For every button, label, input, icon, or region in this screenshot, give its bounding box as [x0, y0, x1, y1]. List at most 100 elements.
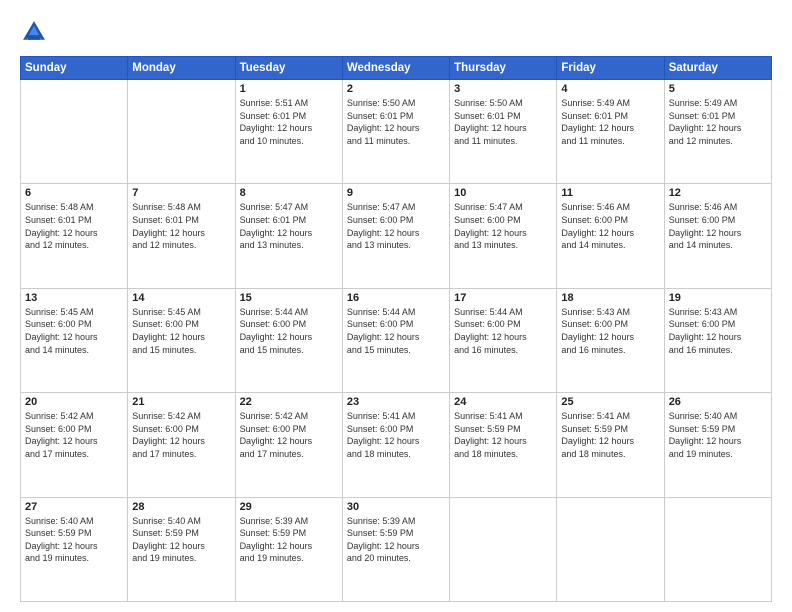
day-number: 17: [454, 292, 552, 304]
day-number: 3: [454, 83, 552, 95]
calendar-week-row: 6 Sunrise: 5:48 AM Sunset: 6:01 PM Daylig…: [21, 184, 772, 288]
day-number: 1: [240, 83, 338, 95]
day-number: 14: [132, 292, 230, 304]
calendar-cell: 17 Sunrise: 5:44 AM Sunset: 6:00 PM Dayli…: [450, 288, 557, 392]
calendar-cell: 5 Sunrise: 5:49 AM Sunset: 6:01 PM Daylig…: [664, 80, 771, 184]
calendar-cell: 12Sunrise: 5:46 AM Sunset: 6:00 PM Dayli…: [664, 184, 771, 288]
calendar-cell: 18 Sunrise: 5:43 AM Sunset: 6:00 PM Dayli…: [557, 288, 664, 392]
calendar-cell: 13 Sunrise: 5:45 AM Sunset: 6:00 PM Dayli…: [21, 288, 128, 392]
day-number: 27: [25, 501, 123, 513]
weekday-header: Friday: [557, 57, 664, 80]
calendar-cell: 26Sunrise: 5:40 AM Sunset: 5:59 PM Dayli…: [664, 393, 771, 497]
calendar-cell: 6 Sunrise: 5:48 AM Sunset: 6:01 PM Daylig…: [21, 184, 128, 288]
day-number: 11: [561, 187, 659, 199]
day-number: 16: [347, 292, 445, 304]
day-number: 5: [669, 83, 767, 95]
day-info: Sunrise: 5:40 AM Sunset: 5:59 PM Dayligh…: [132, 515, 230, 565]
day-info: Sunrise: 5:42 AM Sunset: 6:00 PM Dayligh…: [240, 410, 338, 460]
day-info: Sunrise: 5:42 AM Sunset: 6:00 PM Dayligh…: [132, 410, 230, 460]
calendar-cell: [21, 80, 128, 184]
weekday-row: SundayMondayTuesdayWednesdayThursdayFrid…: [21, 57, 772, 80]
logo: [20, 18, 52, 46]
day-number: 26: [669, 396, 767, 408]
day-info: Sunrise: 5:43 AM Sunset: 6:00 PM Dayligh…: [561, 306, 659, 356]
day-number: 9: [347, 187, 445, 199]
day-info: Sunrise: 5:49 AM Sunset: 6:01 PM Dayligh…: [561, 97, 659, 147]
day-number: 12: [669, 187, 767, 199]
calendar-cell: 25Sunrise: 5:41 AM Sunset: 5:59 PM Dayli…: [557, 393, 664, 497]
header: [20, 18, 772, 46]
calendar-week-row: 1 Sunrise: 5:51 AM Sunset: 6:01 PM Daylig…: [21, 80, 772, 184]
day-info: Sunrise: 5:41 AM Sunset: 5:59 PM Dayligh…: [454, 410, 552, 460]
day-info: Sunrise: 5:45 AM Sunset: 6:00 PM Dayligh…: [132, 306, 230, 356]
weekday-header: Saturday: [664, 57, 771, 80]
day-info: Sunrise: 5:45 AM Sunset: 6:00 PM Dayligh…: [25, 306, 123, 356]
weekday-header: Tuesday: [235, 57, 342, 80]
calendar-cell: 10 Sunrise: 5:47 AM Sunset: 6:00 PM Dayli…: [450, 184, 557, 288]
weekday-header: Wednesday: [342, 57, 449, 80]
day-info: Sunrise: 5:44 AM Sunset: 6:00 PM Dayligh…: [240, 306, 338, 356]
day-info: Sunrise: 5:44 AM Sunset: 6:00 PM Dayligh…: [454, 306, 552, 356]
calendar-cell: [128, 80, 235, 184]
calendar-cell: 28 Sunrise: 5:40 AM Sunset: 5:59 PM Dayli…: [128, 497, 235, 601]
day-number: 4: [561, 83, 659, 95]
calendar-cell: [557, 497, 664, 601]
day-info: Sunrise: 5:50 AM Sunset: 6:01 PM Dayligh…: [454, 97, 552, 147]
calendar-cell: 15 Sunrise: 5:44 AM Sunset: 6:00 PM Dayli…: [235, 288, 342, 392]
calendar-cell: 16 Sunrise: 5:44 AM Sunset: 6:00 PM Dayli…: [342, 288, 449, 392]
day-number: 19: [669, 292, 767, 304]
day-number: 6: [25, 187, 123, 199]
page: SundayMondayTuesdayWednesdayThursdayFrid…: [0, 0, 792, 612]
day-info: Sunrise: 5:44 AM Sunset: 6:00 PM Dayligh…: [347, 306, 445, 356]
calendar-week-row: 13 Sunrise: 5:45 AM Sunset: 6:00 PM Dayli…: [21, 288, 772, 392]
weekday-header: Monday: [128, 57, 235, 80]
calendar-cell: 9 Sunrise: 5:47 AM Sunset: 6:00 PM Daylig…: [342, 184, 449, 288]
calendar-week-row: 20Sunrise: 5:42 AM Sunset: 6:00 PM Dayli…: [21, 393, 772, 497]
day-info: Sunrise: 5:51 AM Sunset: 6:01 PM Dayligh…: [240, 97, 338, 147]
calendar-body: 1 Sunrise: 5:51 AM Sunset: 6:01 PM Daylig…: [21, 80, 772, 602]
calendar-cell: 4 Sunrise: 5:49 AM Sunset: 6:01 PM Daylig…: [557, 80, 664, 184]
day-number: 24: [454, 396, 552, 408]
day-info: Sunrise: 5:42 AM Sunset: 6:00 PM Dayligh…: [25, 410, 123, 460]
calendar-cell: 11Sunrise: 5:46 AM Sunset: 6:00 PM Dayli…: [557, 184, 664, 288]
calendar-cell: 21 Sunrise: 5:42 AM Sunset: 6:00 PM Dayli…: [128, 393, 235, 497]
day-info: Sunrise: 5:39 AM Sunset: 5:59 PM Dayligh…: [347, 515, 445, 565]
weekday-header: Thursday: [450, 57, 557, 80]
day-number: 21: [132, 396, 230, 408]
day-number: 2: [347, 83, 445, 95]
calendar-week-row: 27 Sunrise: 5:40 AM Sunset: 5:59 PM Dayli…: [21, 497, 772, 601]
day-info: Sunrise: 5:47 AM Sunset: 6:00 PM Dayligh…: [347, 201, 445, 251]
day-info: Sunrise: 5:47 AM Sunset: 6:00 PM Dayligh…: [454, 201, 552, 251]
day-number: 22: [240, 396, 338, 408]
day-number: 8: [240, 187, 338, 199]
calendar-cell: 7Sunrise: 5:48 AM Sunset: 6:01 PM Daylig…: [128, 184, 235, 288]
calendar-cell: 24 Sunrise: 5:41 AM Sunset: 5:59 PM Dayli…: [450, 393, 557, 497]
day-number: 28: [132, 501, 230, 513]
calendar-cell: 8 Sunrise: 5:47 AM Sunset: 6:01 PM Daylig…: [235, 184, 342, 288]
calendar-header: SundayMondayTuesdayWednesdayThursdayFrid…: [21, 57, 772, 80]
day-number: 30: [347, 501, 445, 513]
calendar-cell: 1 Sunrise: 5:51 AM Sunset: 6:01 PM Daylig…: [235, 80, 342, 184]
calendar-cell: 3 Sunrise: 5:50 AM Sunset: 6:01 PM Daylig…: [450, 80, 557, 184]
day-number: 10: [454, 187, 552, 199]
calendar-cell: 14 Sunrise: 5:45 AM Sunset: 6:00 PM Dayli…: [128, 288, 235, 392]
day-info: Sunrise: 5:47 AM Sunset: 6:01 PM Dayligh…: [240, 201, 338, 251]
calendar-cell: 29Sunrise: 5:39 AM Sunset: 5:59 PM Dayli…: [235, 497, 342, 601]
day-info: Sunrise: 5:48 AM Sunset: 6:01 PM Dayligh…: [25, 201, 123, 251]
day-info: Sunrise: 5:50 AM Sunset: 6:01 PM Dayligh…: [347, 97, 445, 147]
day-number: 15: [240, 292, 338, 304]
calendar-cell: [664, 497, 771, 601]
calendar-cell: 22 Sunrise: 5:42 AM Sunset: 6:00 PM Dayli…: [235, 393, 342, 497]
logo-icon: [20, 18, 48, 46]
calendar-cell: 2 Sunrise: 5:50 AM Sunset: 6:01 PM Daylig…: [342, 80, 449, 184]
calendar-cell: 23Sunrise: 5:41 AM Sunset: 6:00 PM Dayli…: [342, 393, 449, 497]
day-number: 29: [240, 501, 338, 513]
calendar-cell: 27Sunrise: 5:40 AM Sunset: 5:59 PM Dayli…: [21, 497, 128, 601]
calendar-cell: 19Sunrise: 5:43 AM Sunset: 6:00 PM Dayli…: [664, 288, 771, 392]
day-number: 18: [561, 292, 659, 304]
day-number: 13: [25, 292, 123, 304]
day-info: Sunrise: 5:48 AM Sunset: 6:01 PM Dayligh…: [132, 201, 230, 251]
weekday-header: Sunday: [21, 57, 128, 80]
day-info: Sunrise: 5:49 AM Sunset: 6:01 PM Dayligh…: [669, 97, 767, 147]
day-info: Sunrise: 5:41 AM Sunset: 5:59 PM Dayligh…: [561, 410, 659, 460]
